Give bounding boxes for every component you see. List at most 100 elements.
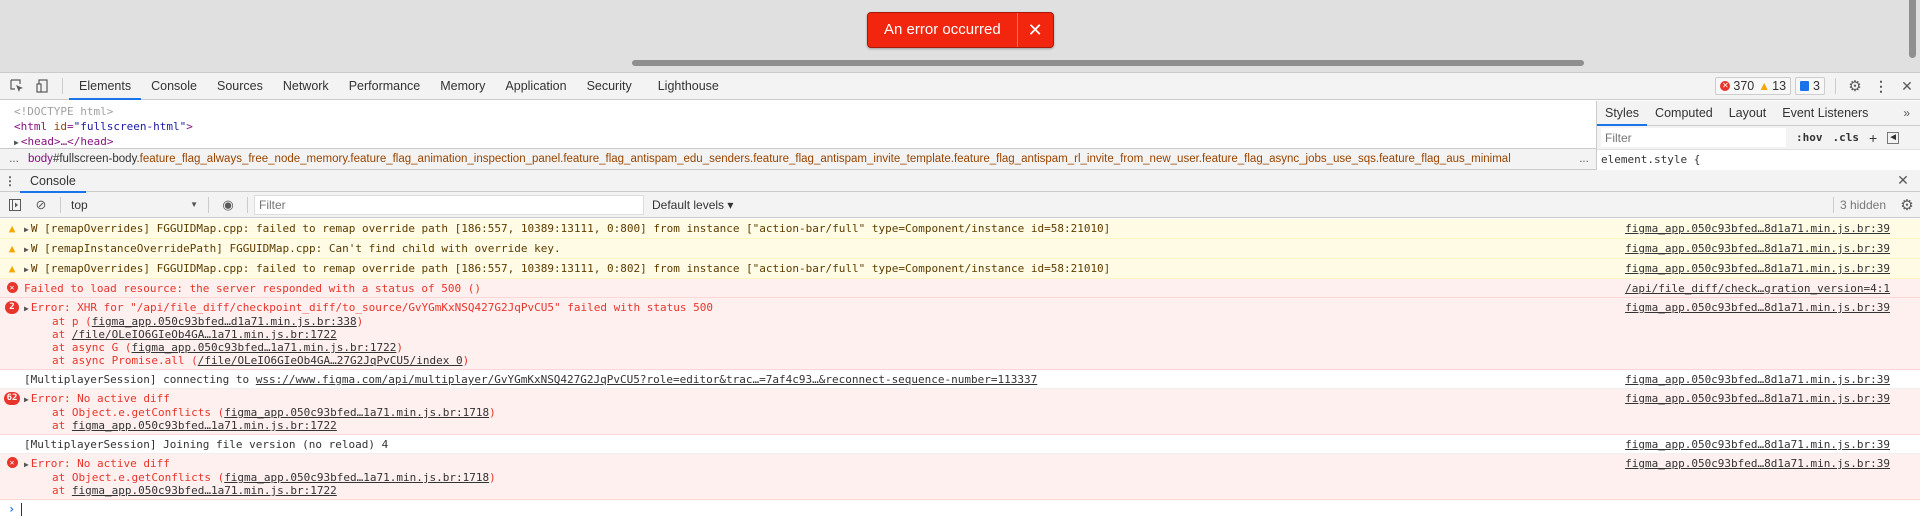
error-icon: ✕ — [6, 457, 18, 468]
doctype-node[interactable]: <!DOCTYPE html> — [14, 104, 1596, 119]
tab-console[interactable]: Console — [141, 73, 207, 99]
console-drawer: ⋮ Console ✕ ⊘ top ▼ ◉ Default levels ▾ 3 … — [0, 170, 1920, 527]
device-toolbar-button[interactable] — [30, 73, 56, 99]
close-icon: ✕ — [1897, 172, 1909, 188]
breadcrumb-overflow-right[interactable]: ... — [1572, 153, 1596, 165]
expand-triangle-icon[interactable]: ▶ — [24, 460, 29, 469]
log-levels-dropdown[interactable]: Default levels ▾ — [652, 198, 733, 212]
hidden-count: 3 hidden — [1839, 197, 1886, 212]
close-devtools-button[interactable]: ✕ — [1894, 73, 1920, 99]
hov-toggle[interactable]: :hov — [1796, 131, 1823, 144]
frame-link[interactable]: /file/OLeIO6GIeOb4GA…27G2JqPvCU5/index 0 — [198, 354, 463, 367]
vertical-scrollbar[interactable] — [1909, 0, 1916, 58]
frame-prefix: at async Promise.all ( — [52, 354, 198, 367]
context-selector[interactable]: top ▼ — [67, 195, 202, 215]
issues-counter[interactable]: ✕ 370 ▲ 13 — [1715, 77, 1792, 95]
live-expression-button[interactable]: ◉ — [215, 192, 241, 218]
tab-sources[interactable]: Sources — [207, 73, 273, 99]
prompt-chevron-icon: › — [8, 502, 16, 516]
inspect-element-button[interactable] — [4, 73, 30, 99]
source-link[interactable]: figma_app.050c93bfed…8d1a71.min.js.br:39 — [1625, 457, 1890, 470]
expand-triangle-icon[interactable]: ▶ — [24, 245, 29, 254]
message-link[interactable]: wss://www.figma.com/api/multiplayer/GvYG… — [256, 373, 1037, 386]
frame-link[interactable]: figma_app.050c93bfed…1a71.min.js.br:1722 — [131, 341, 396, 354]
breadcrumb-body[interactable]: body#fullscreen-body.feature_flag_always… — [28, 153, 1572, 165]
crumb-id: #fullscreen-body — [52, 153, 137, 165]
console-prompt[interactable]: › — [0, 500, 1920, 518]
source-link[interactable]: figma_app.050c93bfed…8d1a71.min.js.br:39 — [1625, 262, 1890, 275]
source-link[interactable]: figma_app.050c93bfed…8d1a71.min.js.br:39 — [1625, 242, 1890, 255]
styles-filter-input[interactable] — [1601, 128, 1786, 147]
toggle-sidebar-icon[interactable]: ◀ — [1887, 131, 1900, 144]
page-area: An error occurred ✕ — [0, 0, 1920, 72]
expand-triangle-icon[interactable]: ▶ — [24, 304, 29, 313]
styles-tab-layout[interactable]: Layout — [1721, 101, 1775, 125]
error-icon: ✕ — [6, 282, 18, 293]
element-style-rule[interactable]: element.style { — [1597, 150, 1920, 169]
sidebar-toggle-icon — [9, 198, 21, 211]
console-settings-button[interactable]: ⚙ — [1894, 192, 1920, 218]
toast-close-button[interactable]: ✕ — [1016, 13, 1053, 47]
expand-triangle-icon[interactable]: ▶ — [24, 225, 29, 234]
messages-counter[interactable]: 3 — [1795, 77, 1825, 95]
more-options-button[interactable]: ⋮ — [1868, 73, 1894, 99]
expand-triangle-icon[interactable]: ▶ — [24, 395, 29, 404]
new-style-rule-button[interactable]: + — [1869, 130, 1877, 146]
row-icon-slot: 62 — [0, 392, 24, 432]
horizontal-scrollbar[interactable] — [632, 60, 1584, 66]
row-icon-slot: ▲ — [0, 222, 24, 236]
tab-application[interactable]: Application — [495, 73, 576, 99]
tab-network[interactable]: Network — [273, 73, 339, 99]
source-link[interactable]: figma_app.050c93bfed…8d1a71.min.js.br:39 — [1625, 222, 1890, 235]
tab-console[interactable]: Console — [20, 170, 86, 193]
source-link[interactable]: figma_app.050c93bfed…8d1a71.min.js.br:39 — [1625, 392, 1890, 405]
row-icon-slot: ▲ — [0, 242, 24, 256]
console-filter-input[interactable] — [254, 194, 644, 215]
divider — [1835, 78, 1836, 94]
gear-icon: ⚙ — [1848, 78, 1862, 95]
elements-panel: <!DOCTYPE html> <html id="fullscreen-htm… — [0, 101, 1596, 148]
tab-performance[interactable]: Performance — [339, 73, 431, 99]
tab-memory[interactable]: Memory — [430, 73, 495, 99]
styles-tab-event-listeners[interactable]: Event Listeners — [1774, 101, 1876, 125]
repeat-count-badge: 62 — [3, 392, 21, 405]
source-link[interactable]: figma_app.050c93bfed…8d1a71.min.js.br:39 — [1625, 438, 1890, 451]
tab-security[interactable]: Security — [577, 73, 642, 99]
expand-triangle-icon[interactable]: ▶ — [24, 265, 29, 274]
head-tag: <head>…</head> — [20, 135, 114, 148]
tab-lighthouse[interactable]: Lighthouse — [648, 73, 729, 99]
html-tag: <html — [14, 120, 48, 133]
styles-tab-computed[interactable]: Computed — [1647, 101, 1721, 125]
message-body: W [remapOverrides] FGGUIDMap.cpp: failed… — [30, 222, 1111, 235]
cls-toggle[interactable]: .cls — [1833, 131, 1860, 144]
frame-link[interactable]: figma_app.050c93bfed…1a71.min.js.br:1718 — [224, 471, 489, 484]
close-drawer-button[interactable]: ✕ — [1890, 168, 1916, 194]
expand-triangle-icon[interactable]: ▶ — [14, 138, 19, 147]
breadcrumb-overflow-left[interactable]: ... — [0, 153, 28, 165]
error-count: 370 — [1733, 79, 1755, 93]
inspect-icon — [10, 79, 23, 92]
frame-link[interactable]: figma_app.050c93bfed…d1a71.min.js.br:338 — [92, 315, 357, 328]
source-link[interactable]: figma_app.050c93bfed…8d1a71.min.js.br:39 — [1625, 373, 1890, 386]
stack-frame: at async Promise.all (/file/OLeIO6GIeOb4… — [24, 354, 1920, 367]
console-row-error: 62 ▶ Error: No active diff at Object.e.getC… — [0, 389, 1920, 435]
frame-link[interactable]: /file/OLeIO6GIeOb4GA…1a71.min.js.br:1722 — [72, 328, 337, 341]
show-sidebar-button[interactable] — [2, 192, 28, 218]
clear-console-button[interactable]: ⊘ — [28, 192, 54, 218]
message-body: Error: XHR for "/api/file_diff/checkpoin… — [30, 301, 713, 314]
drawer-menu-button[interactable]: ⋮ — [0, 168, 20, 194]
console-row-info: [MultiplayerSession] connecting to wss:/… — [0, 370, 1920, 389]
frame-link[interactable]: figma_app.050c93bfed…1a71.min.js.br:1718 — [224, 406, 489, 419]
frame-prefix: at — [52, 419, 72, 432]
source-link[interactable]: figma_app.050c93bfed…8d1a71.min.js.br:39 — [1625, 301, 1890, 314]
styles-tab-styles[interactable]: Styles — [1597, 101, 1648, 126]
settings-button[interactable]: ⚙ — [1842, 73, 1868, 99]
tab-elements[interactable]: Elements — [69, 73, 142, 100]
frame-prefix: at — [52, 328, 72, 341]
html-node[interactable]: <html id="fullscreen-html"> — [14, 119, 1596, 134]
more-tabs-button[interactable]: » — [1903, 106, 1910, 120]
source-link[interactable]: /api/file_diff/check…gration_version=4:1 — [1625, 282, 1890, 295]
text-caret — [21, 502, 23, 516]
frame-link[interactable]: figma_app.050c93bfed…1a71.min.js.br:1722 — [72, 484, 337, 497]
frame-link[interactable]: figma_app.050c93bfed…1a71.min.js.br:1722 — [72, 419, 337, 432]
